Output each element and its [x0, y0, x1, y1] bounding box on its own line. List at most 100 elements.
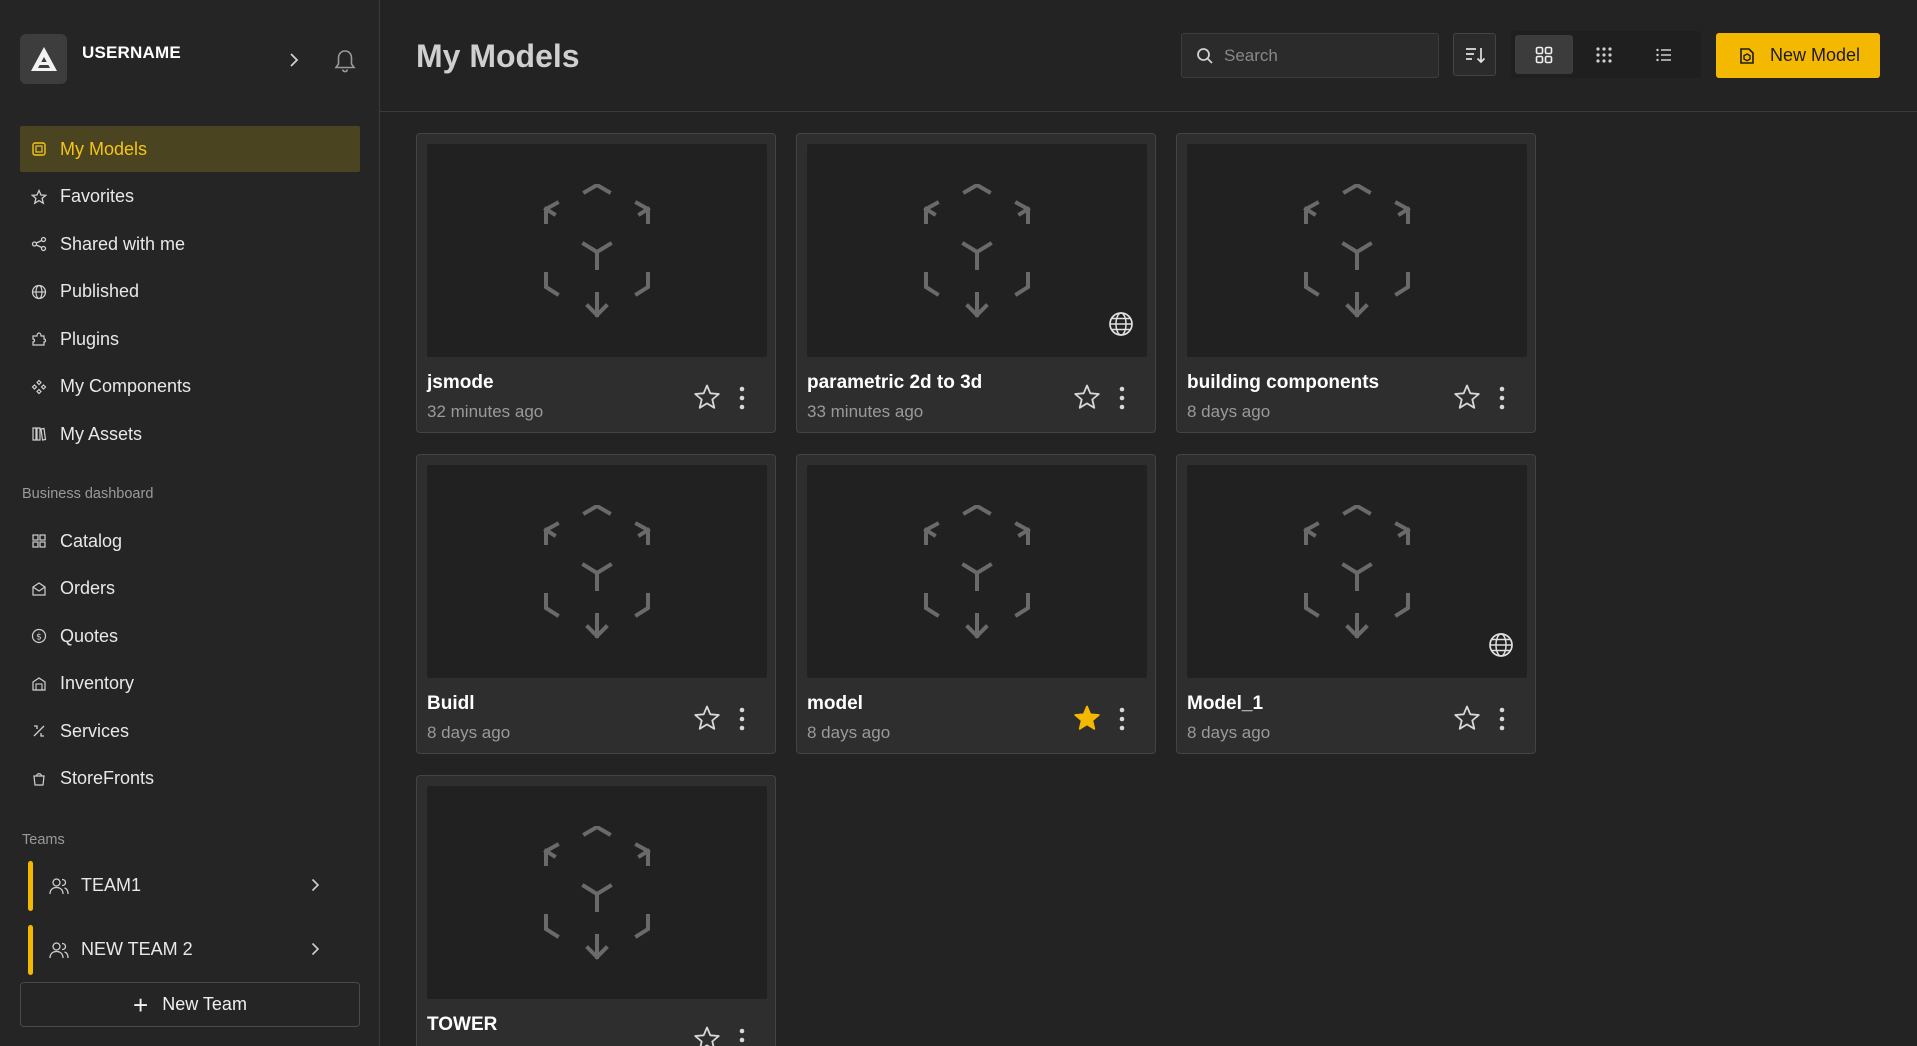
- model-time: 32 minutes ago: [427, 402, 544, 421]
- star-icon: [30, 188, 48, 206]
- favorite-star-icon[interactable]: [1453, 704, 1481, 732]
- favorite-star-icon[interactable]: [693, 1025, 721, 1046]
- nav-item-favorites[interactable]: Favorites: [20, 174, 360, 220]
- search-icon: [1197, 48, 1213, 64]
- chevron-right-icon[interactable]: [306, 876, 324, 894]
- components-icon: [30, 378, 48, 396]
- model-name[interactable]: building components: [1187, 372, 1379, 394]
- nav-label: Shared with me: [60, 233, 186, 254]
- username: USERNAME: [82, 43, 181, 62]
- models-icon: [30, 140, 48, 158]
- more-options-icon[interactable]: [1117, 385, 1127, 411]
- model-time: 33 minutes ago: [807, 402, 924, 421]
- model-card[interactable]: parametric 2d to 3d 33 minutes ago: [796, 133, 1156, 433]
- more-options-icon[interactable]: [1117, 706, 1127, 732]
- grid-small-icon: [1596, 46, 1612, 63]
- new-model-icon: [1740, 47, 1754, 64]
- model-name[interactable]: jsmode: [427, 372, 494, 394]
- model-placeholder-icon: [1303, 184, 1411, 318]
- more-options-icon[interactable]: [737, 1027, 747, 1046]
- team-item-team1[interactable]: TEAM1: [28, 861, 333, 911]
- nav-item-services[interactable]: Services: [20, 708, 360, 754]
- nav-item-storefronts[interactable]: StoreFronts: [20, 756, 360, 802]
- business-section-label: Business dashboard: [22, 486, 154, 502]
- nav-label: My Assets: [60, 423, 143, 444]
- model-name[interactable]: Buidl: [427, 693, 475, 715]
- share-icon: [30, 235, 48, 253]
- favorite-star-filled-icon[interactable]: [1073, 704, 1101, 732]
- nav-item-quotes[interactable]: $ Quotes: [20, 613, 360, 659]
- main-nav: My Models Favorites Shared with me Publi…: [20, 126, 360, 459]
- chevron-right-icon[interactable]: [306, 940, 324, 958]
- users-icon: [49, 878, 69, 895]
- team-item-new-team-2[interactable]: NEW TEAM 2: [28, 925, 333, 975]
- favorite-star-icon[interactable]: [1453, 383, 1481, 411]
- search-box[interactable]: [1181, 33, 1439, 78]
- more-options-icon[interactable]: [737, 706, 747, 732]
- model-name[interactable]: model: [807, 693, 863, 715]
- list-view-button[interactable]: [1635, 35, 1693, 74]
- bell-icon[interactable]: [332, 48, 358, 74]
- nav-label: Quotes: [60, 625, 119, 646]
- favorite-star-icon[interactable]: [1073, 383, 1101, 411]
- nav-item-inventory[interactable]: Inventory: [20, 661, 360, 707]
- nav-label: My Models: [60, 138, 148, 159]
- new-team-button[interactable]: + New Team: [20, 982, 360, 1027]
- model-thumbnail[interactable]: [1187, 144, 1527, 357]
- nav-label: My Components: [60, 376, 192, 396]
- nav-item-shared[interactable]: Shared with me: [20, 221, 360, 267]
- model-name[interactable]: parametric 2d to 3d: [807, 372, 982, 394]
- chevron-right-icon[interactable]: [284, 50, 304, 70]
- model-thumbnail[interactable]: [427, 786, 767, 999]
- users-icon: [49, 942, 69, 959]
- nav-label: Plugins: [60, 328, 120, 349]
- model-name[interactable]: TOWER: [427, 1014, 497, 1036]
- nav-label: Orders: [60, 578, 116, 598]
- model-thumbnail[interactable]: [807, 465, 1147, 678]
- model-card[interactable]: Buidl 8 days ago: [416, 454, 776, 754]
- sort-button[interactable]: [1453, 33, 1496, 76]
- model-placeholder-icon: [1303, 505, 1411, 639]
- catalog-icon: [30, 532, 48, 550]
- teams-section-label: Teams: [22, 832, 65, 848]
- more-options-icon[interactable]: [1497, 706, 1507, 732]
- nav-item-orders[interactable]: Orders: [20, 566, 360, 612]
- new-model-button[interactable]: New Model: [1716, 33, 1880, 78]
- model-thumbnail[interactable]: [1187, 465, 1527, 678]
- model-thumbnail[interactable]: [427, 465, 767, 678]
- nav-label: StoreFronts: [60, 768, 155, 788]
- model-card[interactable]: model 8 days ago: [796, 454, 1156, 754]
- grid-large-icon: [1535, 46, 1553, 63]
- nav-item-my-models[interactable]: My Models: [20, 126, 360, 172]
- model-thumbnail[interactable]: [807, 144, 1147, 357]
- model-thumbnail[interactable]: [427, 144, 767, 357]
- nav-item-catalog[interactable]: Catalog: [20, 518, 360, 564]
- favorite-star-icon[interactable]: [693, 383, 721, 411]
- nav-label: Inventory: [60, 673, 135, 693]
- grid-large-view-button[interactable]: [1515, 35, 1573, 74]
- model-placeholder-icon: [543, 184, 651, 318]
- model-card[interactable]: building components 8 days ago: [1176, 133, 1536, 433]
- grid-small-view-button[interactable]: [1575, 35, 1633, 74]
- more-options-icon[interactable]: [737, 385, 747, 411]
- orders-icon: [30, 580, 48, 598]
- nav-item-plugins[interactable]: Plugins: [20, 316, 360, 362]
- favorite-star-icon[interactable]: [693, 704, 721, 732]
- team-label: TEAM1: [81, 875, 142, 895]
- page-title: My Models: [416, 38, 580, 74]
- globe-icon: [30, 283, 48, 301]
- nav-item-my-assets[interactable]: My Assets: [20, 411, 360, 457]
- app-logo[interactable]: [20, 34, 67, 84]
- view-toggle-group: [1511, 31, 1701, 78]
- more-options-icon[interactable]: [1497, 385, 1507, 411]
- model-card[interactable]: jsmode 32 minutes ago: [416, 133, 776, 433]
- new-model-label: New Model: [1770, 45, 1861, 65]
- model-card[interactable]: TOWER: [416, 775, 776, 1046]
- model-card[interactable]: Model_1 8 days ago: [1176, 454, 1536, 754]
- logo-icon: [30, 47, 57, 71]
- nav-item-published[interactable]: Published: [20, 269, 360, 315]
- search-input[interactable]: [1224, 43, 1424, 69]
- model-placeholder-icon: [543, 505, 651, 639]
- model-name[interactable]: Model_1: [1187, 693, 1263, 715]
- nav-item-my-components[interactable]: My Components: [20, 364, 360, 410]
